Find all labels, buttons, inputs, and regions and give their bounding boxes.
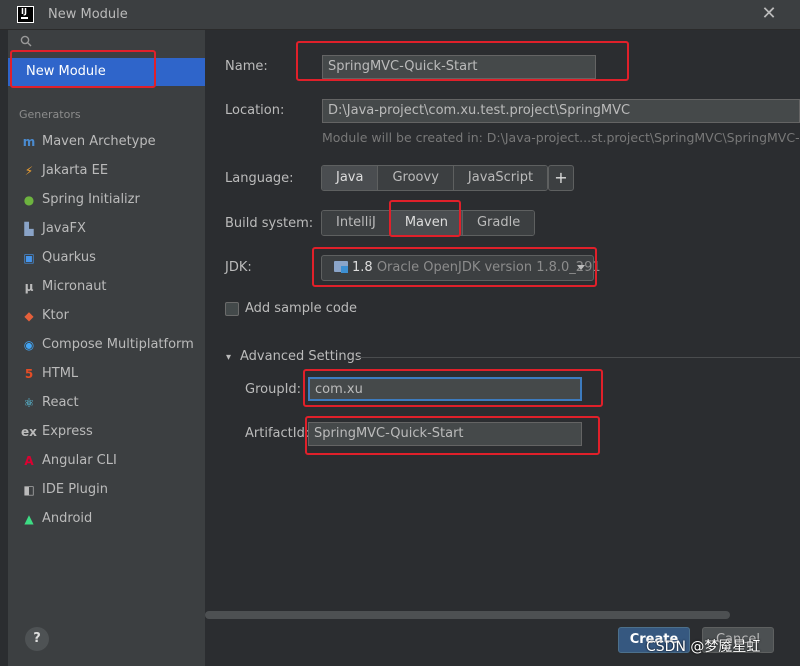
express-icon: ex bbox=[21, 424, 37, 439]
ktor-icon: ◆ bbox=[24, 308, 34, 323]
build-system-selector: IntelliJ Maven Gradle bbox=[321, 210, 536, 236]
m-icon: m bbox=[22, 134, 36, 149]
generators-header: Generators bbox=[19, 108, 81, 121]
sidebar-item-label: Ktor bbox=[42, 308, 69, 323]
language-selector: Java Groovy JavaScript bbox=[321, 165, 549, 191]
sidebar: New Module Generators m Maven Archetype ⚡ J… bbox=[8, 30, 205, 666]
sidebar-item-label: Spring Initializr bbox=[42, 192, 140, 207]
sidebar-item-quarkus[interactable]: ▣ Quarkus bbox=[8, 243, 205, 272]
generators-list: m Maven Archetype ⚡ Jakarta EE ● Spring Initi… bbox=[8, 127, 205, 533]
sidebar-item-react[interactable]: ⚛ React bbox=[8, 388, 205, 417]
title-bar: IJ New Module ✕ bbox=[0, 0, 800, 30]
jdk-dropdown[interactable]: 1.8 Oracle OpenJDK version 1.8.0_291 bbox=[321, 255, 601, 281]
group-id-field[interactable]: com.xu bbox=[308, 377, 582, 401]
sidebar-item-javafx[interactable]: ▙ JavaFX bbox=[8, 214, 205, 243]
ide-plugin-icon: ◧ bbox=[23, 482, 35, 497]
location-label: Location: bbox=[225, 103, 285, 118]
sidebar-item-label: HTML bbox=[42, 366, 79, 381]
jdk-version: 1.8 bbox=[352, 260, 373, 275]
name-field[interactable]: SpringMVC-Quick-Start bbox=[322, 55, 596, 79]
watermark: CSDN @梦魇星虹 bbox=[646, 639, 761, 655]
sample-code-label[interactable]: Add sample code bbox=[245, 301, 357, 316]
group-id-label: GroupId: bbox=[245, 382, 302, 397]
language-option-javascript[interactable]: JavaScript bbox=[453, 166, 548, 190]
chevron-expanded-icon[interactable]: ▾ bbox=[226, 352, 231, 363]
sidebar-item-ktor[interactable]: ◆ Ktor bbox=[8, 301, 205, 330]
build-system-label: Build system: bbox=[225, 216, 314, 231]
build-option-gradle[interactable]: Gradle bbox=[462, 211, 535, 235]
artifact-id-label: ArtifactId: bbox=[245, 426, 310, 441]
sidebar-item-label: Jakarta EE bbox=[42, 163, 109, 178]
sidebar-item-new-module[interactable]: New Module bbox=[8, 58, 205, 86]
sidebar-item-label: React bbox=[42, 395, 79, 410]
advanced-settings-toggle[interactable]: Advanced Settings bbox=[240, 349, 362, 364]
sidebar-item-maven-archetype[interactable]: m Maven Archetype bbox=[8, 127, 205, 156]
jdk-description: Oracle OpenJDK version 1.8.0_291 bbox=[376, 260, 601, 275]
quarkus-icon: ▣ bbox=[23, 250, 35, 265]
sidebar-item-label: Micronaut bbox=[42, 279, 107, 294]
sidebar-item-spring-initializr[interactable]: ● Spring Initializr bbox=[8, 185, 205, 214]
sample-code-checkbox[interactable] bbox=[225, 302, 239, 316]
language-label: Language: bbox=[225, 171, 294, 186]
language-option-groovy[interactable]: Groovy bbox=[378, 166, 454, 190]
advanced-settings-divider bbox=[357, 357, 800, 358]
sidebar-item-android[interactable]: ▲ Android bbox=[8, 504, 205, 533]
artifact-id-field[interactable]: SpringMVC-Quick-Start bbox=[308, 422, 582, 446]
sidebar-item-html[interactable]: 5 HTML bbox=[8, 359, 205, 388]
sidebar-item-label: Maven Archetype bbox=[42, 134, 156, 149]
spring-icon: ● bbox=[23, 192, 35, 207]
intellij-logo-icon: IJ bbox=[17, 6, 34, 23]
jdk-folder-icon bbox=[334, 261, 348, 273]
add-language-button[interactable]: + bbox=[548, 165, 574, 191]
compose-icon: ◉ bbox=[23, 337, 35, 352]
location-hint: Module will be created in: D:\Java-proje… bbox=[322, 130, 800, 145]
chevron-down-icon bbox=[577, 265, 585, 270]
sidebar-item-label: IDE Plugin bbox=[42, 482, 108, 497]
html-icon: 5 bbox=[24, 366, 34, 381]
help-button[interactable]: ? bbox=[25, 627, 49, 651]
sidebar-item-express[interactable]: ex Express bbox=[8, 417, 205, 446]
sidebar-item-angular-cli[interactable]: A Angular CLI bbox=[8, 446, 205, 475]
sidebar-item-label: Express bbox=[42, 424, 93, 439]
build-option-intellij[interactable]: IntelliJ bbox=[322, 211, 391, 235]
window-title: New Module bbox=[48, 7, 128, 22]
close-icon[interactable]: ✕ bbox=[760, 5, 778, 23]
sidebar-item-label: JavaFX bbox=[42, 221, 86, 236]
sidebar-item-compose-multiplatform[interactable]: ◉ Compose Multiplatform bbox=[8, 330, 205, 359]
jakarta-icon: ⚡ bbox=[24, 163, 34, 178]
sidebar-item-label: Compose Multiplatform bbox=[42, 337, 194, 352]
sidebar-item-label: Quarkus bbox=[42, 250, 96, 265]
sidebar-item-micronaut[interactable]: μ Micronaut bbox=[8, 272, 205, 301]
search-icon[interactable] bbox=[20, 35, 32, 47]
build-option-maven[interactable]: Maven bbox=[390, 211, 463, 235]
horizontal-scrollbar[interactable] bbox=[205, 611, 730, 619]
javafx-icon: ▙ bbox=[24, 221, 34, 236]
jdk-label: JDK: bbox=[225, 260, 252, 275]
sidebar-item-label: Android bbox=[42, 511, 93, 526]
micronaut-icon: μ bbox=[24, 279, 34, 294]
language-option-java[interactable]: Java bbox=[322, 166, 379, 190]
location-field[interactable]: D:\Java-project\com.xu.test.project\Spri… bbox=[322, 99, 800, 123]
sidebar-item-label: Angular CLI bbox=[42, 453, 117, 468]
angular-icon: A bbox=[24, 453, 34, 468]
sidebar-item-ide-plugin[interactable]: ◧ IDE Plugin bbox=[8, 475, 205, 504]
sidebar-item-jakarta-ee[interactable]: ⚡ Jakarta EE bbox=[8, 156, 205, 185]
android-icon: ▲ bbox=[24, 511, 34, 526]
name-label: Name: bbox=[225, 59, 268, 74]
module-settings-panel: Name: SpringMVC-Quick-Start Location: D:… bbox=[205, 30, 800, 666]
react-icon: ⚛ bbox=[23, 395, 35, 410]
